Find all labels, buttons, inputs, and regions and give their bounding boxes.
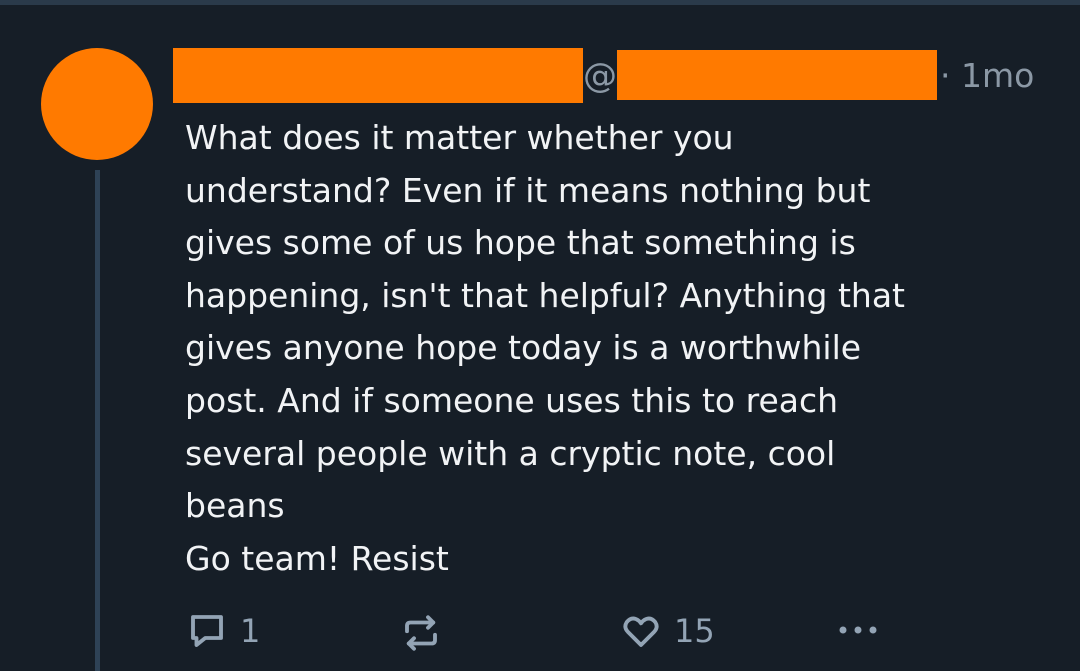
reply-icon — [186, 610, 228, 652]
reply-button[interactable]: 1 — [186, 610, 260, 652]
like-count: 15 — [674, 612, 715, 650]
repost-button[interactable] — [400, 612, 442, 654]
post-line: several people with a cryptic note, cool — [185, 433, 836, 473]
post-line: beans — [185, 486, 285, 526]
post-line: Go team! Resist — [185, 538, 449, 578]
redacted-handle[interactable] — [617, 50, 937, 100]
post-line: post. And if someone uses this to reach — [185, 380, 839, 420]
heart-icon — [620, 610, 662, 652]
post-timestamp[interactable]: · 1mo — [940, 52, 1034, 100]
handle-at-symbol: @ — [583, 56, 617, 96]
reply-count: 1 — [240, 612, 261, 650]
avatar[interactable] — [41, 48, 153, 160]
repost-icon — [400, 612, 442, 654]
top-divider — [0, 0, 1080, 5]
post-line: gives anyone hope today is a worthwhile — [185, 328, 862, 368]
more-icon — [835, 612, 881, 648]
like-button[interactable]: 15 — [620, 610, 715, 652]
redacted-display-name[interactable] — [173, 48, 583, 103]
thread-line — [95, 170, 100, 671]
post-line: understand? Even if it means nothing but — [185, 170, 871, 210]
post-text: What does it matter whether you understa… — [185, 112, 1065, 585]
more-options-button[interactable] — [835, 612, 881, 648]
post-line: What does it matter whether you — [185, 118, 734, 157]
post-line: happening, isn't that helpful? Anything … — [185, 275, 905, 315]
post-line: gives some of us hope that something is — [185, 223, 856, 263]
post-actions: 1 15 — [0, 600, 1080, 660]
